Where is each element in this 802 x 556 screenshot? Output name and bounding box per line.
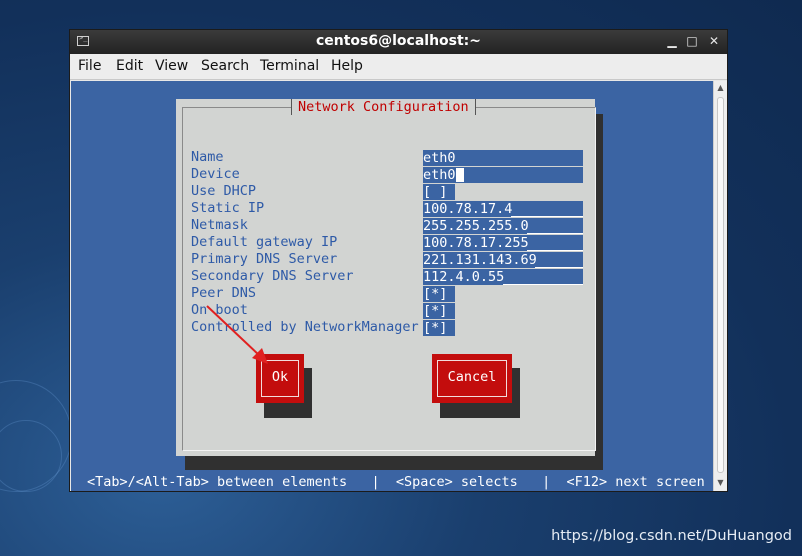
annotation-arrow-icon — [206, 305, 268, 364]
watermark-text: https://blog.csdn.net/DuHuangod — [551, 528, 792, 544]
